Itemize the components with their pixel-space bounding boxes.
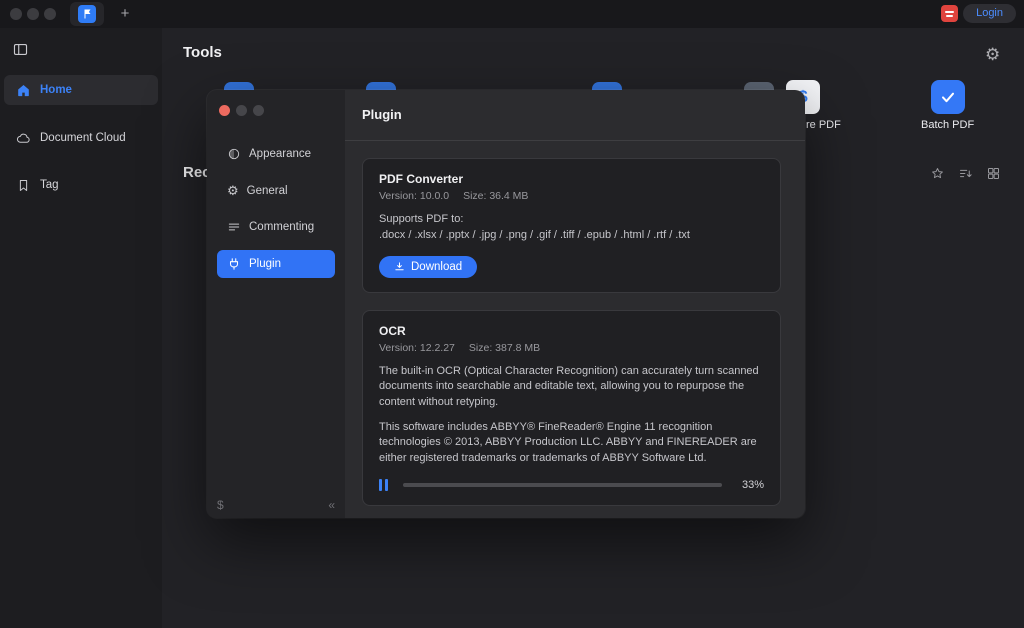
plugin-size: Size: 387.8 MB bbox=[469, 342, 540, 354]
close-dialog-button[interactable] bbox=[219, 105, 230, 116]
plugin-version: Version: 10.0.0 bbox=[379, 190, 449, 202]
nav-item-plugin[interactable]: Plugin bbox=[217, 250, 335, 278]
home-icon bbox=[16, 83, 31, 98]
minimize-window-button[interactable] bbox=[27, 8, 39, 20]
batch-pdf-icon[interactable] bbox=[931, 80, 965, 114]
tool-label[interactable]: Batch PDF bbox=[921, 119, 974, 131]
plugin-name: PDF Converter bbox=[379, 172, 764, 186]
app-window: + Login Home Document Cloud Tag Tools bbox=[0, 0, 1024, 628]
pause-download-button[interactable] bbox=[379, 479, 390, 491]
plugin-size: Size: 36.4 MB bbox=[463, 190, 528, 202]
app-logo-flag-icon bbox=[78, 5, 96, 23]
preferences-dialog: Appearance ⚙ General Commenting Plugin $ bbox=[207, 90, 805, 518]
sidebar-item-tag[interactable]: Tag bbox=[4, 170, 158, 200]
download-progress-bar bbox=[403, 483, 722, 487]
zoom-window-button[interactable] bbox=[44, 8, 56, 20]
appearance-icon bbox=[227, 147, 241, 161]
sidebar-item-home[interactable]: Home bbox=[4, 75, 158, 105]
plugin-name: OCR bbox=[379, 324, 764, 338]
ocr-description: The built-in OCR (Optical Character Reco… bbox=[379, 364, 764, 410]
download-button-label: Download bbox=[411, 261, 462, 273]
footer-dollar-icon[interactable]: $ bbox=[217, 498, 224, 512]
tag-icon bbox=[16, 178, 31, 193]
download-button[interactable]: Download bbox=[379, 256, 477, 278]
collapse-panel-icon[interactable]: « bbox=[328, 498, 335, 512]
tool-label[interactable]: re PDF bbox=[806, 119, 841, 131]
promo-badge-icon[interactable] bbox=[941, 5, 958, 22]
cloud-icon bbox=[16, 131, 31, 146]
grid-view-icon[interactable] bbox=[986, 166, 1001, 181]
plugin-version: Version: 12.2.27 bbox=[379, 342, 455, 354]
ocr-card: OCR Version: 12.2.27 Size: 387.8 MB The b… bbox=[362, 310, 781, 506]
ocr-license-text: This software includes ABBYY® FineReader… bbox=[379, 420, 764, 466]
supports-label: Supports PDF to: bbox=[379, 212, 764, 227]
dialog-title: Plugin bbox=[345, 90, 805, 141]
plugin-icon bbox=[227, 257, 241, 271]
new-tab-button[interactable]: + bbox=[114, 3, 136, 25]
nav-item-appearance[interactable]: Appearance bbox=[217, 140, 335, 168]
sort-icon[interactable] bbox=[958, 166, 973, 181]
sidebar: Home Document Cloud Tag bbox=[0, 28, 162, 628]
page-title: Tools bbox=[183, 44, 222, 61]
progress-percent-label: 33% bbox=[734, 479, 764, 491]
pdf-converter-card: PDF Converter Version: 10.0.0 Size: 36.4 … bbox=[362, 158, 781, 293]
sidebar-item-label: Home bbox=[40, 84, 72, 96]
home-tab[interactable] bbox=[70, 2, 104, 26]
sidebar-item-label: Document Cloud bbox=[40, 132, 126, 144]
star-icon[interactable] bbox=[930, 166, 945, 181]
settings-gear-icon[interactable]: ⚙ bbox=[985, 45, 1000, 65]
check-icon bbox=[938, 87, 958, 107]
nav-item-label: General bbox=[247, 185, 288, 197]
nav-item-label: Appearance bbox=[249, 148, 311, 160]
download-icon bbox=[394, 261, 405, 272]
preferences-nav: Appearance ⚙ General Commenting Plugin $ bbox=[207, 90, 345, 518]
gear-icon: ⚙ bbox=[227, 185, 239, 198]
commenting-icon bbox=[227, 220, 241, 234]
preferences-content: Plugin PDF Converter Version: 10.0.0 Size… bbox=[345, 90, 805, 518]
login-button[interactable]: Login bbox=[963, 4, 1016, 23]
sidebar-item-document-cloud[interactable]: Document Cloud bbox=[4, 123, 158, 153]
sidebar-item-label: Tag bbox=[40, 179, 59, 191]
nav-item-general[interactable]: ⚙ General bbox=[217, 177, 335, 205]
nav-item-label: Plugin bbox=[249, 258, 281, 270]
supported-formats: .docx / .xlsx / .pptx / .jpg / .png / .g… bbox=[379, 228, 764, 243]
close-window-button[interactable] bbox=[10, 8, 22, 20]
nav-item-commenting[interactable]: Commenting bbox=[217, 213, 335, 241]
zoom-dialog-button bbox=[253, 105, 264, 116]
titlebar: + Login bbox=[0, 0, 1024, 28]
minimize-dialog-button bbox=[236, 105, 247, 116]
nav-item-label: Commenting bbox=[249, 221, 314, 233]
sidebar-toggle-icon[interactable] bbox=[12, 41, 29, 58]
